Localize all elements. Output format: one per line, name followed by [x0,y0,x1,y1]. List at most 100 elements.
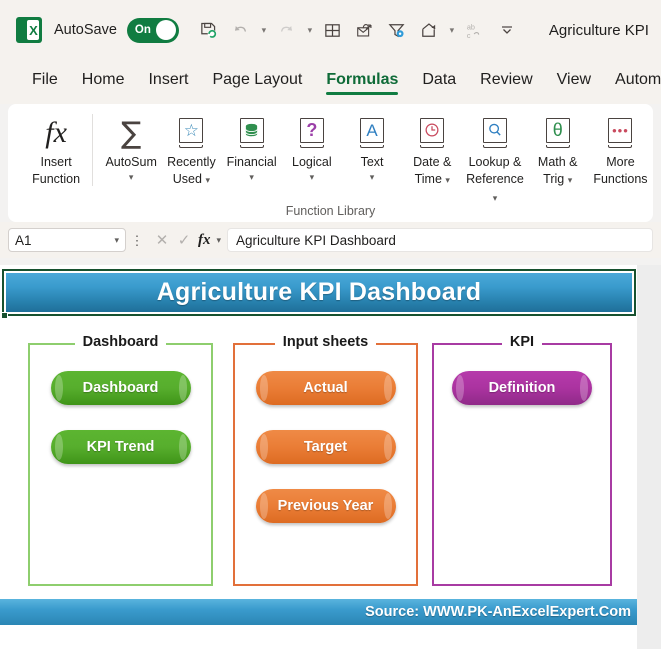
math-trig-dropdown-icon[interactable]: ▾ [568,175,573,185]
tab-insert[interactable]: Insert [136,67,200,97]
sigma-icon: ∑ [121,115,142,151]
filter-settings-icon[interactable] [381,14,413,46]
lookup-reference-dropdown-icon[interactable]: ▾ [493,193,498,203]
undo-dropdown-icon[interactable]: ▾ [257,14,271,46]
button-definition[interactable]: Definition [452,371,592,405]
formula-bar-options-icon[interactable]: ⋮ [126,234,148,247]
text-dropdown-icon[interactable]: ▾ [369,171,376,183]
tab-view[interactable]: View [545,67,603,97]
tab-review[interactable]: Review [468,67,544,97]
lookup-reference-label-line1: Lookup & [468,155,522,169]
formula-input-value: Agriculture KPI Dashboard [236,232,396,248]
tab-automate[interactable]: Automate [603,67,661,97]
button-kpi-trend[interactable]: KPI Trend [50,430,191,464]
autosave-toggle[interactable]: On [126,17,179,43]
formula-input[interactable]: Agriculture KPI Dashboard [227,228,653,252]
tab-formulas[interactable]: Formulas [314,67,410,97]
formula-dropdown-icon[interactable]: ▾ [217,235,222,246]
recently-used-button[interactable]: ☆ Recently Used ▾ [161,112,221,189]
text-button[interactable]: A Text ▾ [342,112,402,184]
logical-dropdown-icon[interactable]: ▾ [309,171,316,183]
toggle-knob [155,20,176,40]
customize-quick-access-toolbar-icon[interactable] [491,14,523,46]
undo-icon[interactable] [225,14,257,46]
math-trig-button[interactable]: θ Math & Trig ▾ [528,112,588,189]
insert-function-icon[interactable]: fx [198,232,211,249]
insert-function-button[interactable]: fx Insert Function [26,112,86,189]
recently-used-label-line1: Recently [167,155,216,169]
button-previous-year-label: Previous Year [277,498,374,514]
svg-text:c: c [467,30,471,39]
group-kpi-label: KPI [434,333,610,351]
recently-used-label-line2: Used ▾ [172,171,211,188]
cancel-icon[interactable]: ✕ [154,231,170,249]
tab-file[interactable]: File [20,67,70,97]
redo-dropdown-icon[interactable]: ▾ [303,14,317,46]
text-book-icon: A [358,112,386,154]
lookup-reference-line2-text: Reference [466,172,524,187]
button-actual[interactable]: Actual [255,371,396,405]
autosave-state-label: On [134,24,151,36]
tab-page-layout[interactable]: Page Layout [200,67,314,97]
dashboard-title-banner[interactable]: Agriculture KPI Dashboard [2,269,636,316]
excel-logo-icon: X [16,17,42,43]
button-definition-label: Definition [488,380,556,396]
excel-logo-letter: X [29,22,38,38]
formula-bar: A1 ▾ ⋮ ✕ ✓ fx ▾ Agriculture KPI Dashboar… [0,222,661,258]
logical-button[interactable]: ? Logical ▾ [282,112,342,184]
window-title: Agriculture KPI D [548,21,653,39]
lookup-reference-label-line2: Reference ▾ [462,171,527,206]
group-input-sheets-buttons: Actual Target Previous Year [235,371,416,523]
date-time-dropdown-icon[interactable]: ▾ [445,175,450,185]
share-icon[interactable] [413,14,445,46]
function-library-caption: Function Library [285,204,376,218]
clock-book-icon [418,112,446,154]
tab-data[interactable]: Data [410,67,468,97]
financial-label: Financial [226,155,277,169]
button-previous-year[interactable]: Previous Year [255,489,396,523]
star-book-icon: ☆ [177,112,205,154]
group-dashboard: Dashboard Dashboard KPI Trend [28,334,213,586]
button-dashboard[interactable]: Dashboard [50,371,191,405]
date-time-label-line1: Date & [413,155,452,169]
more-functions-button[interactable]: ••• More Functions [588,112,653,189]
recently-used-dropdown-icon[interactable]: ▾ [205,175,210,185]
share-dropdown-icon[interactable]: ▾ [445,14,459,46]
cell-fill-handle[interactable] [1,312,8,319]
spelling-icon[interactable]: ab c [459,14,491,46]
ribbon-divider [92,114,94,186]
database-book-icon [238,112,266,154]
date-time-line2-text: Time [414,172,442,187]
button-actual-label: Actual [303,380,348,396]
tab-home[interactable]: Home [70,67,137,97]
worksheet-area: Agriculture KPI Dashboard Dashboard Dash… [0,265,661,649]
date-time-button[interactable]: Date & Time ▾ [402,112,462,189]
logical-label: Logical [292,155,332,169]
theta-book-icon: θ [544,112,572,154]
button-dashboard-label: Dashboard [82,380,159,396]
math-trig-label-line1: Math & [537,155,578,169]
more-functions-book-icon: ••• [606,112,634,154]
dashboard-title-text: Agriculture KPI Dashboard [156,278,482,306]
redo-icon[interactable] [271,14,303,46]
title-bar: X AutoSave On ▾ ▾ ▾ ab c Agriculture KPI… [0,0,661,60]
more-functions-label-line2: Functions [593,172,648,187]
insert-function-label-line2: Function [32,172,81,187]
save-icon[interactable] [193,14,225,46]
more-functions-label-line1: More [606,155,635,169]
name-box[interactable]: A1 ▾ [8,228,126,252]
financial-button[interactable]: Financial ▾ [222,112,282,184]
send-attachment-icon[interactable] [349,14,381,46]
math-trig-line2-text: Trig [543,172,565,187]
autosum-button[interactable]: ∑ AutoSum ▾ [101,112,161,184]
financial-dropdown-icon[interactable]: ▾ [248,171,255,183]
button-target[interactable]: Target [255,430,396,464]
table-icon[interactable] [317,14,349,46]
autosum-dropdown-icon[interactable]: ▾ [128,171,135,183]
text-label: Text [360,155,384,169]
name-box-dropdown-icon[interactable]: ▾ [114,235,119,246]
lookup-reference-button[interactable]: Lookup & Reference ▾ [462,112,527,206]
enter-icon[interactable]: ✓ [176,231,192,249]
search-book-icon [481,112,509,154]
autosave-label: AutoSave [54,22,117,38]
